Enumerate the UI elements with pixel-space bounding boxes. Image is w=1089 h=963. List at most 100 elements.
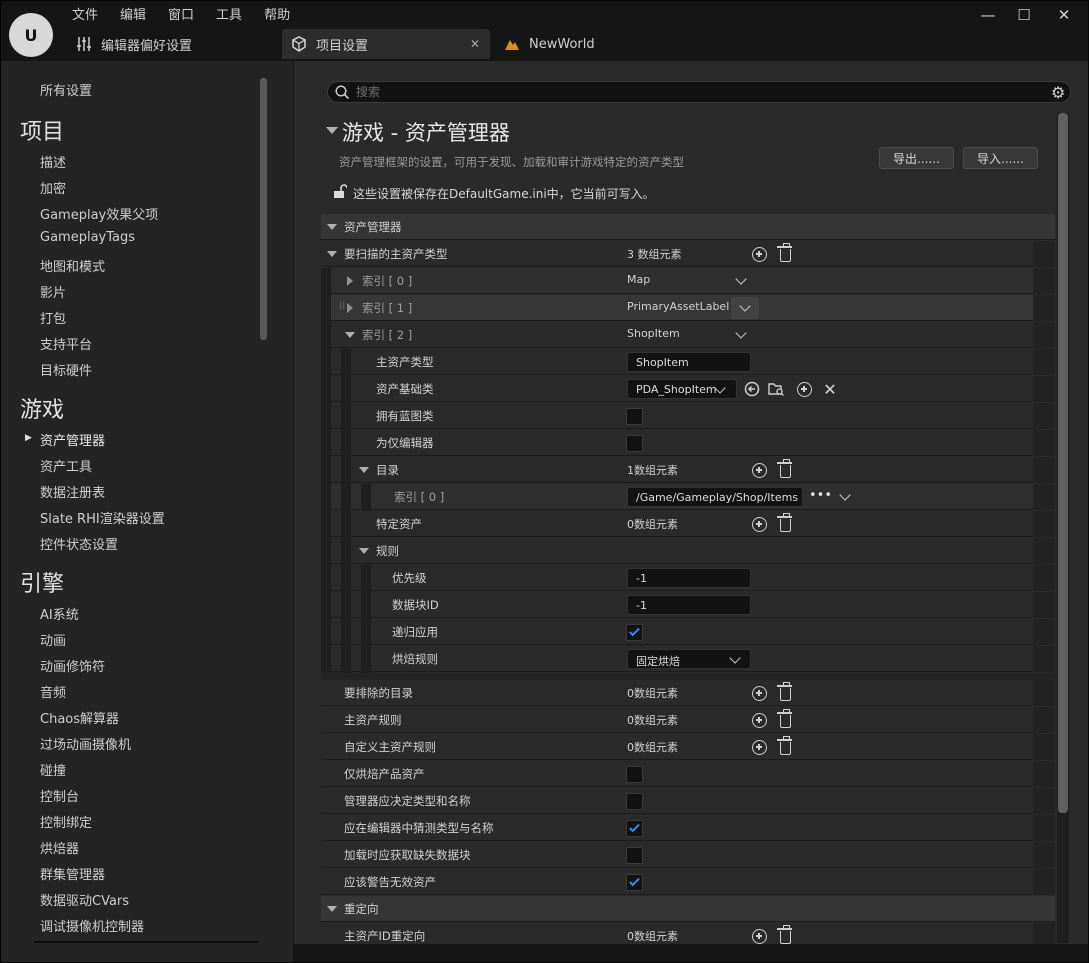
sidebar-item-collision[interactable]: 碰撞	[40, 760, 66, 779]
expand-arrow-icon[interactable]	[347, 276, 353, 286]
chevron-down-icon[interactable]	[839, 489, 851, 501]
sidebar-item-gameplay-tags[interactable]: GameplayTags	[40, 230, 135, 245]
sidebar-item-packaging[interactable]: 打包	[40, 308, 66, 327]
chevron-down-icon[interactable]	[735, 327, 747, 339]
has-blueprint-classes-checkbox[interactable]	[626, 408, 643, 425]
sidebar-item-cinematic-camera[interactable]: 过场动画摄像机	[40, 734, 131, 753]
sliders-icon	[73, 36, 95, 52]
minimize-button[interactable]: —	[971, 3, 1005, 27]
search-input[interactable]	[356, 84, 1056, 100]
prop-label: 索引 [ 0 ]	[362, 274, 413, 288]
sidebar-item-movies[interactable]: 影片	[40, 282, 66, 301]
clear-array-button[interactable]	[776, 513, 794, 533]
sidebar-item-widget-state[interactable]: 控件状态设置	[40, 534, 118, 553]
expand-arrow-icon[interactable]	[359, 548, 369, 554]
drag-handle-icon[interactable]: ⁞⁞	[339, 301, 345, 312]
sidebar-item-description[interactable]: 描述	[40, 152, 66, 171]
is-editor-only-checkbox[interactable]	[626, 435, 643, 452]
expand-arrow-icon[interactable]	[347, 303, 353, 313]
expand-arrow-icon[interactable]	[345, 332, 355, 338]
add-element-button[interactable]	[750, 738, 768, 756]
sidebar-item-chaos-solver[interactable]: Chaos解算器	[40, 708, 119, 727]
sidebar-item-all-settings[interactable]: 所有设置	[40, 80, 92, 99]
browse-button[interactable]	[767, 380, 785, 398]
sidebar-item-control-rig[interactable]: 控制绑定	[40, 812, 92, 831]
more-options-icon[interactable]: •••	[809, 488, 832, 503]
sidebar-item-data-driven-cvars[interactable]: 数据驱动CVars	[40, 890, 129, 909]
only-cook-production-assets-checkbox[interactable]	[626, 766, 643, 783]
expand-arrow-icon[interactable]	[327, 251, 337, 257]
level-icon	[501, 37, 523, 51]
gear-icon[interactable]: ⚙	[1051, 83, 1065, 102]
tab-newworld[interactable]: NewWorld	[493, 29, 643, 59]
chunk-id-input[interactable]: -1	[627, 595, 751, 615]
sidebar-item-animation-modifiers[interactable]: 动画修饰符	[40, 656, 105, 675]
sidebar-item-ai-system[interactable]: AI系统	[40, 604, 79, 623]
clear-array-button[interactable]	[776, 243, 794, 263]
add-new-class-button[interactable]	[795, 380, 813, 398]
chevron-down-icon[interactable]	[735, 273, 747, 285]
expand-arrow-icon[interactable]	[327, 224, 337, 230]
clear-array-button[interactable]	[776, 682, 794, 702]
manager-determine-type-checkbox[interactable]	[626, 793, 643, 810]
menu-edit[interactable]: 编辑	[109, 6, 157, 26]
get-missing-chunks-checkbox[interactable]	[626, 847, 643, 864]
sidebar-item-maps-modes[interactable]: 地图和模式	[40, 256, 105, 275]
clear-array-button[interactable]	[776, 459, 794, 479]
sidebar-item-gameplay-effects-parents[interactable]: Gameplay效果父项	[40, 204, 158, 223]
primary-asset-type-input[interactable]: ShopItem	[627, 352, 751, 372]
expand-arrow-icon[interactable]	[327, 906, 337, 912]
add-element-button[interactable]	[750, 461, 768, 479]
add-element-button[interactable]	[750, 927, 768, 944]
sidebar-item-debug-camera[interactable]: 调试摄像机控制器	[40, 916, 144, 935]
sidebar-item-crowd-manager[interactable]: 群集管理器	[40, 864, 105, 883]
menu-tools[interactable]: 工具	[205, 6, 253, 26]
sidebar-scrollbar[interactable]	[260, 78, 267, 340]
chevron-down-icon	[739, 300, 751, 312]
sidebar-item-encryption[interactable]: 加密	[40, 178, 66, 197]
add-element-button[interactable]	[750, 711, 768, 729]
apply-recursively-checkbox[interactable]	[626, 624, 643, 641]
guess-type-in-editor-checkbox[interactable]	[626, 820, 643, 837]
sidebar-item-slate-rhi[interactable]: Slate RHI渲染器设置	[40, 508, 165, 527]
clear-array-button[interactable]	[776, 709, 794, 729]
menu-file[interactable]: 文件	[61, 6, 109, 26]
dropdown-button[interactable]	[731, 297, 759, 319]
search-box[interactable]	[327, 81, 1071, 103]
priority-input[interactable]: -1	[627, 568, 751, 588]
directory-path-input[interactable]: /Game/Gameplay/Shop/Items	[627, 487, 803, 507]
add-element-button[interactable]	[750, 245, 768, 263]
category-redirects[interactable]: 重定向	[321, 896, 1055, 922]
sidebar-item-audio[interactable]: 音频	[40, 682, 66, 701]
tab-project-settings[interactable]: 项目设置 ✕	[282, 29, 490, 59]
prop-cook-rule: 烘焙规则 固定烘焙	[321, 646, 1055, 673]
add-element-button[interactable]	[750, 515, 768, 533]
import-button[interactable]: 导入......	[963, 147, 1038, 169]
add-element-button[interactable]	[750, 684, 768, 702]
sidebar-item-console[interactable]: 控制台	[40, 786, 79, 805]
sidebar-item-cooker[interactable]: 烘焙器	[40, 838, 79, 857]
category-asset-manager[interactable]: 资产管理器	[321, 214, 1055, 240]
warn-invalid-assets-checkbox[interactable]	[626, 874, 643, 891]
clear-array-button[interactable]	[776, 736, 794, 756]
sidebar-item-data-registry[interactable]: 数据注册表	[40, 482, 105, 501]
menu-window[interactable]: 窗口	[157, 6, 205, 26]
unreal-logo-icon[interactable]: U	[9, 13, 53, 57]
collapse-arrow-icon[interactable]	[326, 127, 338, 134]
menu-help[interactable]: 帮助	[253, 6, 301, 26]
sidebar-item-asset-manager[interactable]: 资产管理器	[40, 430, 105, 449]
scrollbar-thumb[interactable]	[1058, 113, 1068, 813]
close-window-button[interactable]: ✕	[1047, 3, 1081, 27]
maximize-button[interactable]: ☐	[1007, 3, 1041, 27]
sidebar-item-target-hardware[interactable]: 目标硬件	[40, 360, 92, 379]
export-button[interactable]: 导出......	[879, 147, 954, 169]
sidebar-item-supported-platforms[interactable]: 支持平台	[40, 334, 92, 353]
close-tab-icon[interactable]: ✕	[470, 37, 480, 51]
use-selected-button[interactable]	[743, 380, 761, 398]
sidebar-item-animation[interactable]: 动画	[40, 630, 66, 649]
tab-editor-preferences[interactable]: 编辑器偏好设置	[73, 29, 273, 59]
sidebar-item-asset-tools[interactable]: 资产工具	[40, 456, 92, 475]
clear-array-button[interactable]	[776, 925, 794, 944]
clear-button[interactable]: ✕	[821, 380, 839, 399]
expand-arrow-icon[interactable]	[359, 467, 369, 473]
